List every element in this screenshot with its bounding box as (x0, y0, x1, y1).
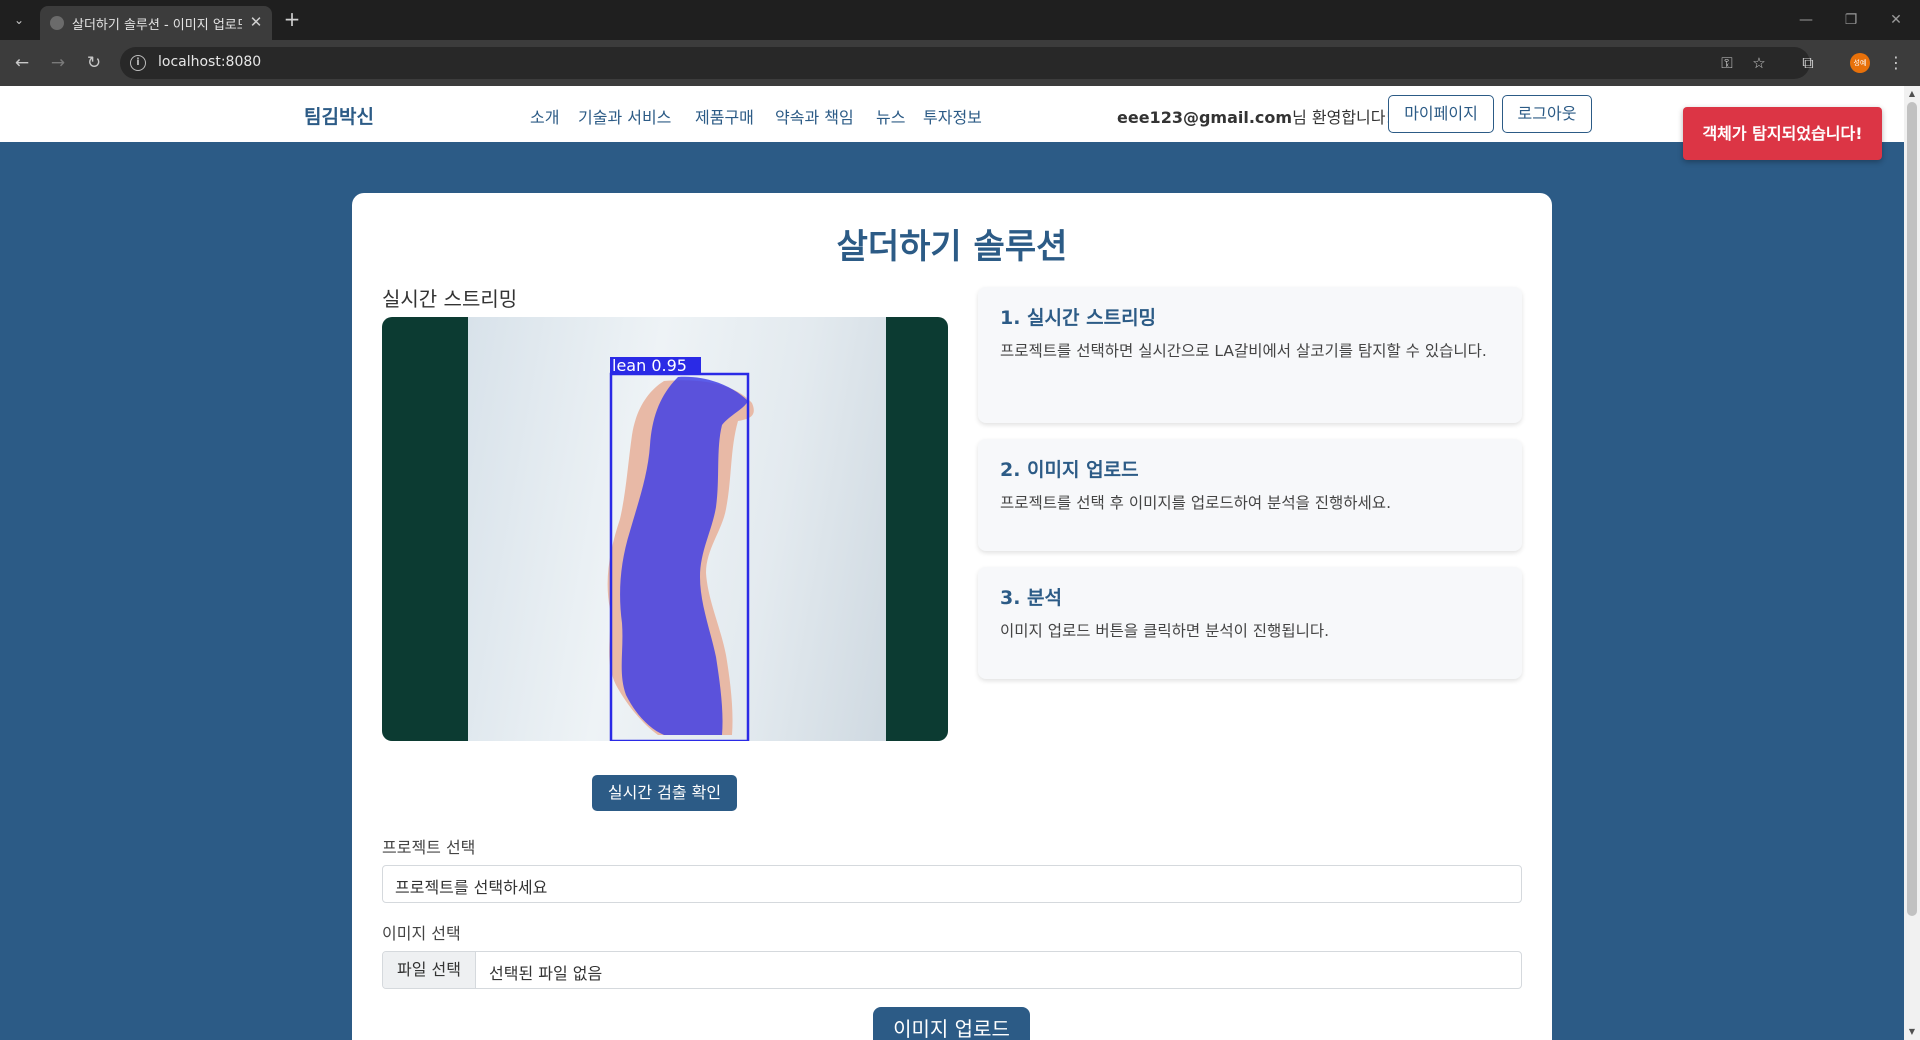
minimize-icon[interactable]: — (1791, 8, 1821, 32)
tab-search-chevron-icon[interactable]: ⌄ (6, 8, 32, 32)
close-tab-icon[interactable]: ✕ (246, 12, 266, 32)
forward-icon[interactable]: → (46, 51, 70, 75)
browser-tab-bar: ⌄ 살더하기 솔루션 - 이미지 업로드 ✕ + — ❐ ✕ (0, 0, 1920, 40)
user-email: eee123@gmail.com (1117, 108, 1293, 127)
step-card-analysis: 3. 분석 이미지 업로드 버튼을 클릭하면 분석이 진행됩니다. (978, 567, 1522, 679)
choose-file-button[interactable]: 파일 선택 (383, 952, 476, 988)
image-select-label: 이미지 선택 (382, 924, 461, 943)
detection-toast: 객체가 탐지되었습니다! (1683, 107, 1882, 160)
project-select-value: 프로젝트를 선택하세요 (395, 878, 548, 897)
nav-link-news[interactable]: 뉴스 (876, 104, 905, 128)
tab-title: 살더하기 솔루션 - 이미지 업로드 (72, 18, 242, 33)
step-title: 1. 실시간 스트리밍 (1000, 307, 1157, 329)
step-card-upload: 2. 이미지 업로드 프로젝트를 선택 후 이미지를 업로드하여 분석을 진행하… (978, 439, 1522, 551)
address-bar[interactable]: i localhost:8080 ⚿ ☆ (120, 47, 1810, 79)
browser-tab[interactable]: 살더하기 솔루션 - 이미지 업로드 ✕ (40, 6, 272, 40)
back-icon[interactable]: ← (10, 51, 34, 75)
realtime-detect-button[interactable]: 실시간 검출 확인 (592, 775, 737, 811)
globe-icon (50, 16, 64, 30)
detection-label: lean 0.95 (612, 356, 687, 375)
bookmark-star-icon[interactable]: ☆ (1748, 52, 1770, 74)
nav-link-investor[interactable]: 투자정보 (923, 104, 982, 128)
welcome-message: eee123@gmail.com님 환영합니다! (1117, 104, 1392, 128)
detection-overlay: lean 0.95 (607, 356, 754, 741)
nav-link-tech-service[interactable]: 기술과 서비스 (578, 104, 671, 128)
step-title: 3. 분석 (1000, 587, 1063, 609)
stream-label: 실시간 스트리밍 (382, 287, 518, 311)
window-close-icon[interactable]: ✕ (1881, 8, 1911, 32)
image-file-input[interactable]: 파일 선택 선택된 파일 없음 (382, 951, 1522, 989)
browser-menu-icon[interactable]: ⋮ (1884, 51, 1908, 75)
scroll-up-icon[interactable]: ▲ (1904, 87, 1920, 101)
image-upload-button[interactable]: 이미지 업로드 (873, 1007, 1030, 1040)
scrollbar-thumb[interactable] (1907, 102, 1917, 916)
step-text: 이미지 업로드 버튼을 클릭하면 분석이 진행됩니다. (1000, 622, 1330, 640)
profile-avatar[interactable]: 성예 (1850, 53, 1870, 73)
nav-link-promise[interactable]: 약속과 책임 (775, 104, 854, 128)
restore-icon[interactable]: ❐ (1836, 8, 1866, 32)
site-header: 팀김박신 소개 기술과 서비스 제품구매 약속과 책임 뉴스 투자정보 eee1… (0, 86, 1904, 142)
step-card-streaming: 1. 실시간 스트리밍 프로젝트를 선택하면 실시간으로 LA갈비에서 살코기를… (978, 287, 1522, 423)
extensions-icon[interactable]: ⧉ (1796, 51, 1820, 75)
nav-link-intro[interactable]: 소개 (530, 104, 559, 128)
logout-button[interactable]: 로그아웃 (1502, 95, 1592, 133)
live-stream-video: lean 0.95 (382, 317, 948, 741)
page-title: 살더하기 솔루션 (836, 227, 1068, 267)
new-tab-icon[interactable]: + (280, 8, 304, 32)
welcome-suffix: 님 환영합니다! (1292, 108, 1392, 127)
site-info-icon[interactable]: i (130, 55, 146, 71)
file-status: 선택된 파일 없음 (489, 964, 603, 983)
page-scrollbar[interactable]: ▲ ▼ (1904, 86, 1920, 1040)
password-key-icon[interactable]: ⚿ (1716, 52, 1738, 74)
step-text: 프로젝트를 선택 후 이미지를 업로드하여 분석을 진행하세요. (1000, 494, 1391, 512)
brand-logo[interactable]: 팀김박신 (304, 102, 374, 129)
scroll-down-icon[interactable]: ▼ (1904, 1025, 1920, 1039)
main-card: 살더하기 솔루션 실시간 스트리밍 lean 0.95 실시간 검출 확인 1.… (352, 193, 1552, 1040)
step-title: 2. 이미지 업로드 (1000, 459, 1139, 481)
browser-toolbar: ← → ↻ i localhost:8080 ⚿ ☆ ⧉ 성예 ⋮ (0, 40, 1920, 86)
project-select-label: 프로젝트 선택 (382, 838, 476, 857)
reload-icon[interactable]: ↻ (82, 51, 106, 75)
project-select[interactable]: 프로젝트를 선택하세요 (382, 865, 1522, 903)
nav-link-purchase[interactable]: 제품구매 (695, 104, 754, 128)
mypage-button[interactable]: 마이페이지 (1388, 95, 1494, 133)
step-text: 프로젝트를 선택하면 실시간으로 LA갈비에서 살코기를 탐지할 수 있습니다. (1000, 342, 1487, 360)
url-text: localhost:8080 (158, 54, 262, 70)
